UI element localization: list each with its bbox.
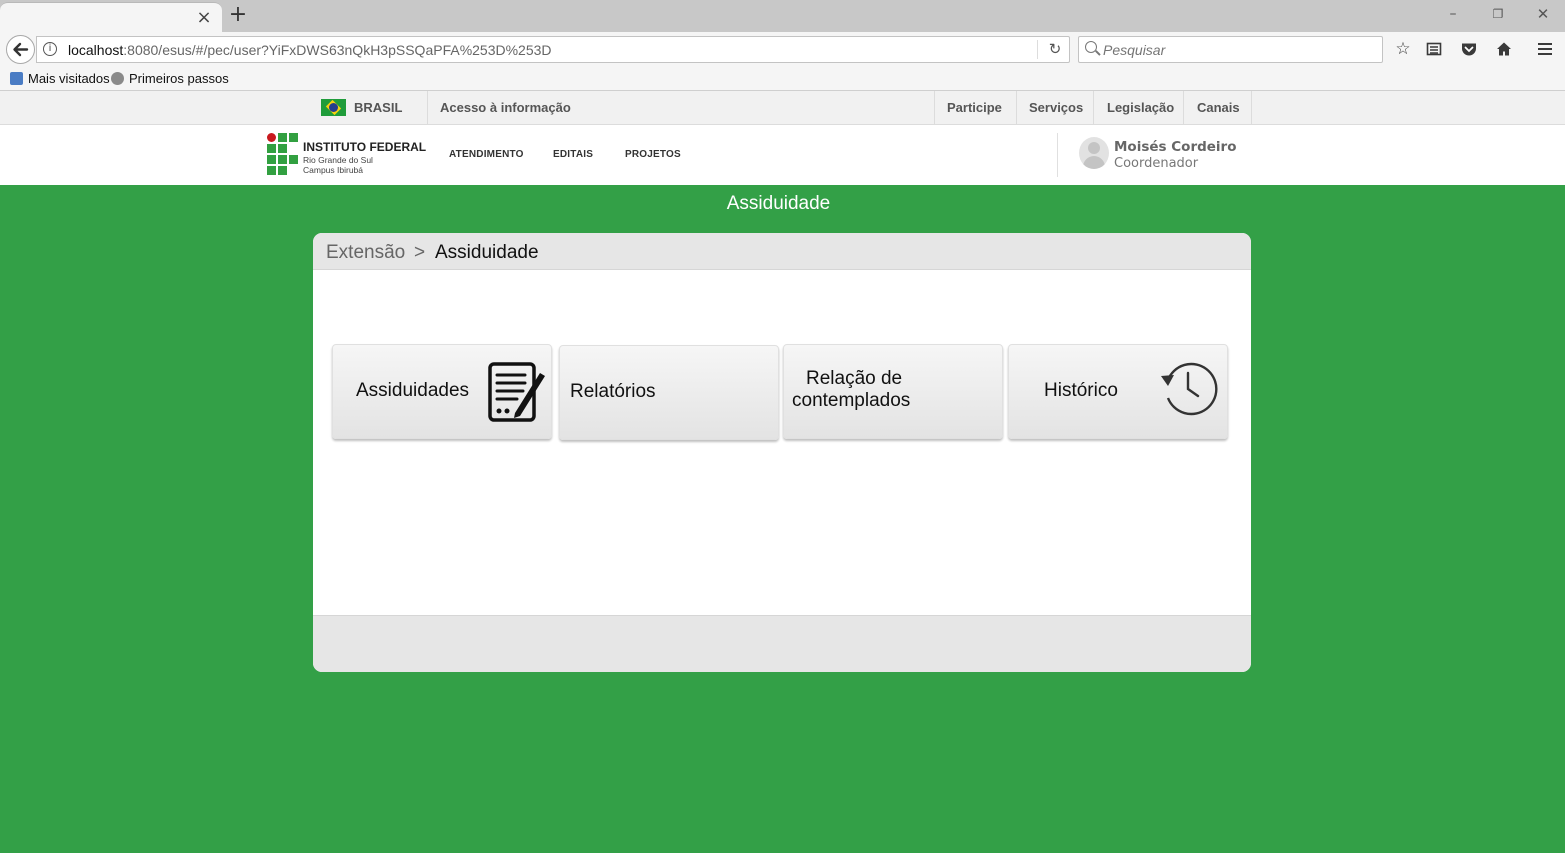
- gov-divider: [1016, 91, 1017, 125]
- gov-participe-link[interactable]: Participe: [947, 91, 1002, 125]
- logo-campus: Campus Ibirubá: [303, 165, 364, 175]
- relatorios-button[interactable]: Relatórios: [559, 345, 779, 440]
- user-role: Coordenador: [1114, 156, 1199, 171]
- bookmarks-toolbar: Mais visitados Primeiros passos: [0, 68, 1565, 91]
- address-bar[interactable]: i localhost:8080/esus/#/pec/user?YiFxDWS…: [36, 36, 1070, 63]
- gov-servicos-link[interactable]: Serviços: [1029, 91, 1083, 125]
- info-icon[interactable]: i: [43, 42, 57, 56]
- minimize-icon[interactable]: –: [1443, 4, 1463, 24]
- url-text[interactable]: localhost:8080/esus/#/pec/user?YiFxDWS63…: [68, 42, 552, 58]
- panel-footer: [313, 615, 1251, 672]
- tile-label: Histórico: [1044, 380, 1118, 401]
- user-name[interactable]: Moisés Cordeiro: [1114, 139, 1236, 155]
- window-close-icon[interactable]: ✕: [1533, 4, 1553, 24]
- pocket-icon[interactable]: [1458, 38, 1480, 60]
- breadcrumb: Extensão > Assiduidade: [313, 233, 1251, 270]
- tile-label: Relatórios: [570, 381, 656, 402]
- tile-label: Assiduidades: [356, 380, 470, 401]
- gov-divider: [1093, 91, 1094, 125]
- gov-canais-link[interactable]: Canais: [1197, 91, 1240, 125]
- historico-button[interactable]: Histórico: [1008, 344, 1228, 439]
- relacao-contemplados-button[interactable]: Relação de contemplados: [783, 344, 1003, 439]
- back-arrow-icon: [13, 42, 29, 57]
- avatar[interactable]: [1079, 137, 1109, 169]
- bookmark-label: Mais visitados: [28, 71, 110, 86]
- url-host: localhost: [68, 42, 124, 58]
- gov-divider: [934, 91, 935, 125]
- reload-icon[interactable]: ↻: [1045, 39, 1065, 59]
- tile-label-line2: contemplados: [792, 390, 911, 411]
- gov-acesso-link[interactable]: Acesso à informação: [440, 91, 571, 125]
- menu-hamburger-icon[interactable]: [1534, 38, 1556, 60]
- gov-divider: [1251, 91, 1252, 125]
- site-header: INSTITUTO FEDERAL Rio Grande do Sul Camp…: [0, 125, 1565, 185]
- gov-legislacao-link[interactable]: Legislação: [1107, 91, 1174, 125]
- breadcrumb-current: Assiduidade: [435, 242, 539, 263]
- gov-divider: [1183, 91, 1184, 125]
- if-logo-icon[interactable]: [267, 133, 298, 175]
- reload-divider: [1037, 40, 1038, 59]
- search-bar[interactable]: [1078, 36, 1383, 63]
- close-tab-icon[interactable]: ×: [195, 9, 213, 27]
- browser-navbar: i localhost:8080/esus/#/pec/user?YiFxDWS…: [0, 32, 1565, 68]
- logo-subtitle: Rio Grande do Sul: [303, 155, 373, 165]
- search-icon: [1085, 41, 1097, 53]
- globe-icon: [111, 72, 124, 85]
- back-button[interactable]: [6, 35, 35, 64]
- home-icon[interactable]: [1493, 38, 1515, 60]
- history-clock-icon: [1161, 362, 1218, 416]
- assiduidades-button[interactable]: Assiduidades: [332, 344, 552, 439]
- bookmark-primeiros-passos[interactable]: Primeiros passos: [111, 71, 229, 86]
- new-tab-icon[interactable]: +: [228, 4, 248, 26]
- bookmark-mais-visitados[interactable]: Mais visitados: [10, 71, 110, 86]
- menu-editais[interactable]: EDITAIS: [553, 149, 593, 160]
- brazil-flag-icon: [321, 99, 346, 116]
- content-panel: Extensão > Assiduidade Assiduidades Rela…: [313, 233, 1251, 672]
- gov-bar: BRASIL Acesso à informação Participe Ser…: [0, 91, 1565, 125]
- document-edit-icon: [488, 362, 545, 422]
- menu-atendimento[interactable]: ATENDIMENTO: [449, 149, 524, 160]
- reading-list-icon[interactable]: [1423, 38, 1445, 60]
- browser-tab-bar: × + – ❐ ✕: [0, 0, 1565, 32]
- logo-title: INSTITUTO FEDERAL: [303, 140, 427, 154]
- bookmark-star-icon[interactable]: ☆: [1392, 38, 1414, 60]
- bookmark-label: Primeiros passos: [129, 71, 229, 86]
- search-input[interactable]: [1103, 42, 1373, 58]
- page-title: Assiduidade: [726, 193, 831, 214]
- url-path: :8080/esus/#/pec/user?YiFxDWS63nQkH3pSSQ…: [123, 42, 552, 58]
- menu-projetos[interactable]: PROJETOS: [625, 149, 681, 160]
- bookmark-folder-icon: [10, 72, 23, 85]
- browser-tab[interactable]: ×: [0, 2, 222, 32]
- breadcrumb-extensao[interactable]: Extensão: [326, 242, 405, 264]
- breadcrumb-separator: >: [414, 242, 426, 263]
- header-divider: [1057, 133, 1058, 177]
- gov-divider: [427, 91, 428, 125]
- tile-label-line1: Relação de: [806, 368, 903, 389]
- gov-brasil-link[interactable]: BRASIL: [354, 91, 402, 125]
- restore-icon[interactable]: ❐: [1488, 4, 1508, 24]
